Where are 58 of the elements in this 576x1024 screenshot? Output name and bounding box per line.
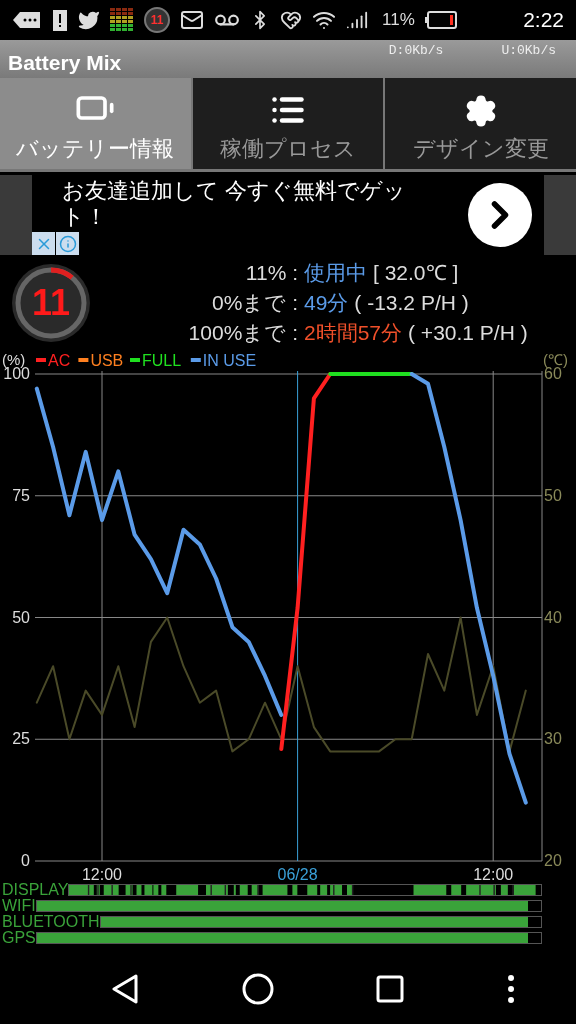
legend-swatch: [36, 358, 46, 362]
row-label: 11% :: [245, 260, 298, 286]
axis-label: (℃): [543, 351, 568, 368]
legend-label: AC: [48, 352, 71, 369]
info-icon: [58, 234, 77, 253]
tick-label: 0: [21, 852, 30, 869]
download-speed: D:0Kb/s: [388, 42, 444, 60]
more-icon[interactable]: [506, 974, 515, 1004]
recents-icon[interactable]: [376, 975, 405, 1003]
legend-label: IN USE: [202, 352, 257, 369]
row-label: 0%まで :: [211, 290, 298, 316]
row-label: 100%まで :: [188, 320, 298, 346]
axis-label: (%): [2, 351, 26, 368]
usage-label: GPS: [1, 930, 36, 945]
usage-label: DISPLAY: [1, 882, 69, 897]
ad-banner[interactable]: お友達追加して 今すぐ無料でゲット！: [32, 175, 544, 255]
equalizer-icon: [110, 8, 134, 32]
tag-icon: [12, 10, 42, 30]
tick-label: 50: [12, 608, 30, 626]
row-detail: ( -13.2 P/H ): [354, 290, 469, 316]
legend-swatch: [78, 358, 89, 362]
signal-icon: [346, 9, 368, 31]
tab[interactable]: バッテリー情報: [0, 78, 191, 169]
legend-label: FULL: [142, 352, 182, 369]
tick-label: 30: [544, 730, 562, 748]
tab[interactable]: デザイン変更: [385, 78, 576, 169]
upload-speed: U:0Kb/s: [501, 42, 556, 60]
tick-label: 20: [544, 852, 562, 869]
tick-label: 06/28: [277, 866, 318, 881]
back-icon[interactable]: [111, 974, 140, 1004]
legend-label: USB: [90, 352, 124, 369]
bird-icon: [78, 9, 100, 31]
usage-label: BLUETOOTH: [1, 914, 100, 929]
app-title: Battery Mix: [8, 50, 122, 76]
tick-label: 40: [544, 608, 562, 626]
notification-badge: 11: [144, 7, 170, 33]
tick-label: 75: [12, 486, 30, 504]
tick-label: 25: [12, 730, 30, 748]
tick-label: 12:00: [473, 866, 514, 881]
row-value: 使用中: [304, 260, 367, 286]
mail-icon: [180, 8, 204, 32]
tick-label: 12:00: [82, 866, 122, 881]
row-detail: ( +30.1 P/H ): [408, 320, 528, 346]
ad-text: お友達追加して 今すぐ無料でゲット！: [62, 177, 408, 230]
clock-time: 2:22: [523, 7, 564, 34]
tick-label: 50: [544, 486, 562, 504]
legend-swatch: [190, 358, 201, 362]
home-icon[interactable]: [241, 973, 274, 1005]
row-value: 2時間57分: [304, 320, 403, 346]
legend-swatch: [130, 358, 140, 362]
row-detail: [ 32.0℃ ]: [373, 260, 459, 286]
battery-percent: 11%: [382, 9, 415, 32]
row-value: 49分: [304, 290, 349, 316]
tab[interactable]: 稼働プロセス: [192, 78, 384, 169]
alert-icon: [52, 8, 68, 32]
battery-gauge: 11: [12, 264, 90, 342]
usage-label: WIFI: [1, 898, 36, 913]
battery-icon: [424, 11, 457, 29]
